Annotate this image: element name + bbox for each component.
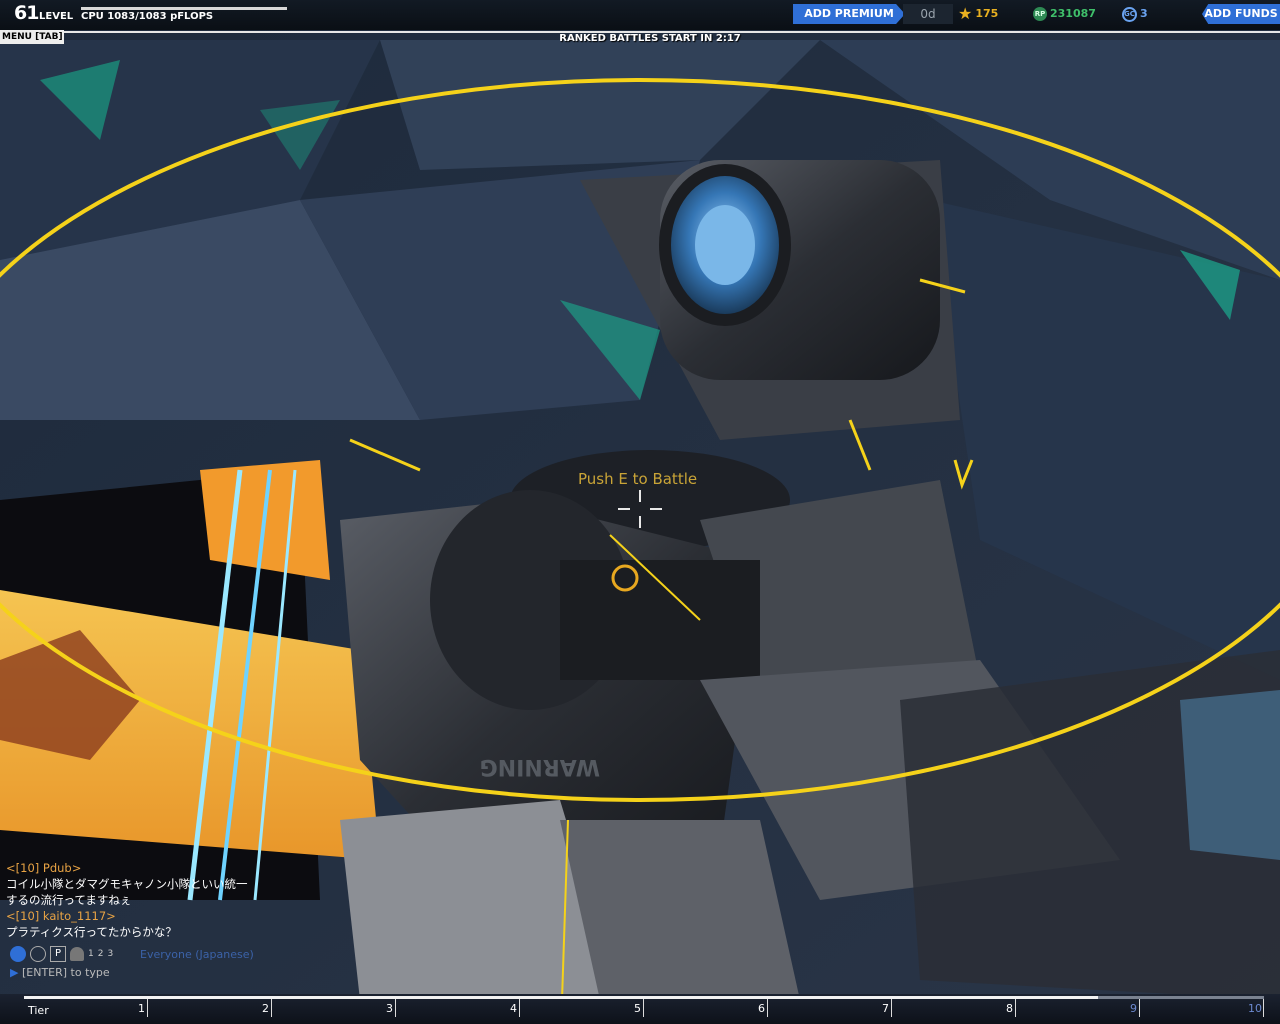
tier-tick-label: 9 <box>1130 1002 1137 1015</box>
chat-line: プラティクス行ってたからかな？ <box>6 924 306 940</box>
tier-tick-mark <box>1263 999 1264 1017</box>
tier-tick-mark <box>147 999 148 1017</box>
chat-log: <[10] Pdub> コイル小隊とダマグモキャノン小隊といい統一 するの流行っ… <box>6 860 306 940</box>
group-3-icon[interactable]: 3 <box>107 949 113 959</box>
chat-channel-icons: P 1 2 3 <box>10 946 113 962</box>
chat-sender: <[10] kaito_1117> <box>6 909 116 923</box>
tier-tick-label: 3 <box>386 1002 393 1015</box>
level-label: LEVEL <box>39 11 74 22</box>
premium-days: 0d <box>903 4 953 24</box>
stars-stat: ★ 175 <box>958 5 998 23</box>
group-1-icon[interactable]: 1 <box>88 949 94 959</box>
stars-value: 175 <box>975 7 999 20</box>
gc-value: 3 <box>1140 7 1148 20</box>
add-funds-button[interactable]: ADD FUNDS <box>1202 4 1280 24</box>
tier-tick-label: 6 <box>758 1002 765 1015</box>
chat-input-placeholder: [ENTER] to type <box>21 966 110 979</box>
clan-icon[interactable] <box>30 946 46 962</box>
tier-tick-mark <box>395 999 396 1017</box>
chat-input[interactable]: ▶ [ENTER] to type <box>10 966 110 979</box>
tier-tick-mark <box>643 999 644 1017</box>
tier-tick-label: 7 <box>882 1002 889 1015</box>
warning-decal: WARNING <box>480 754 600 779</box>
tier-tick-mark <box>891 999 892 1017</box>
tier-tick-label: 2 <box>262 1002 269 1015</box>
party-icon[interactable]: P <box>50 946 66 962</box>
tier-tick-label: 8 <box>1006 1002 1013 1015</box>
whisper-icon[interactable] <box>70 947 84 961</box>
tier-tick-label: 4 <box>510 1002 517 1015</box>
tier-tick-mark <box>767 999 768 1017</box>
chat-message: プラティクス行ってたからかな？ <box>6 925 177 939</box>
gc-icon: GC <box>1122 6 1137 22</box>
chat-line: するの流行ってますねぇ <box>6 892 306 908</box>
ranked-countdown: RANKED BATTLES START IN 2:17 <box>559 33 741 44</box>
cpu-readout: CPU 1083/1083 pFLOPS <box>81 11 214 22</box>
chat-channel-label: Everyone (Japanese) <box>140 948 254 961</box>
rp-stat: RP 231087 <box>1033 5 1096 23</box>
chat-sender: <[10] Pdub> <box>6 861 82 875</box>
group-2-icon[interactable]: 2 <box>98 949 104 959</box>
tier-progress-fill <box>24 996 1098 999</box>
cpu-bar <box>81 7 287 10</box>
tier-tick-label: 1 <box>138 1002 145 1015</box>
globe-icon[interactable] <box>10 946 26 962</box>
tier-tick-mark <box>1015 999 1016 1017</box>
tier-tick-mark <box>271 999 272 1017</box>
add-premium-button[interactable]: ADD PREMIUM <box>793 4 905 24</box>
level-number: 61 <box>14 2 39 24</box>
rp-icon: RP <box>1033 7 1047 21</box>
battle-prompt: Push E to Battle <box>578 470 698 488</box>
chat-line: <[10] Pdub> <box>6 860 306 876</box>
tier-label: Tier <box>28 1004 49 1017</box>
chat-message: コイル小隊とダマグモキャノン小隊といい統一 <box>6 877 248 891</box>
tier-tick-label: 5 <box>634 1002 641 1015</box>
chat-line: <[10] kaito_1117> <box>6 908 306 924</box>
tier-tick-label: 10 <box>1248 1002 1262 1015</box>
tier-tick-mark <box>519 999 520 1017</box>
chat-message: するの流行ってますねぇ <box>6 893 132 907</box>
tier-tick-mark <box>1139 999 1140 1017</box>
chat-line: コイル小隊とダマグモキャノン小隊といい統一 <box>6 876 306 892</box>
star-icon: ★ <box>958 4 973 23</box>
play-icon: ▶ <box>10 966 19 979</box>
gc-stat: GC 3 <box>1122 5 1148 23</box>
rp-value: 231087 <box>1050 7 1096 20</box>
